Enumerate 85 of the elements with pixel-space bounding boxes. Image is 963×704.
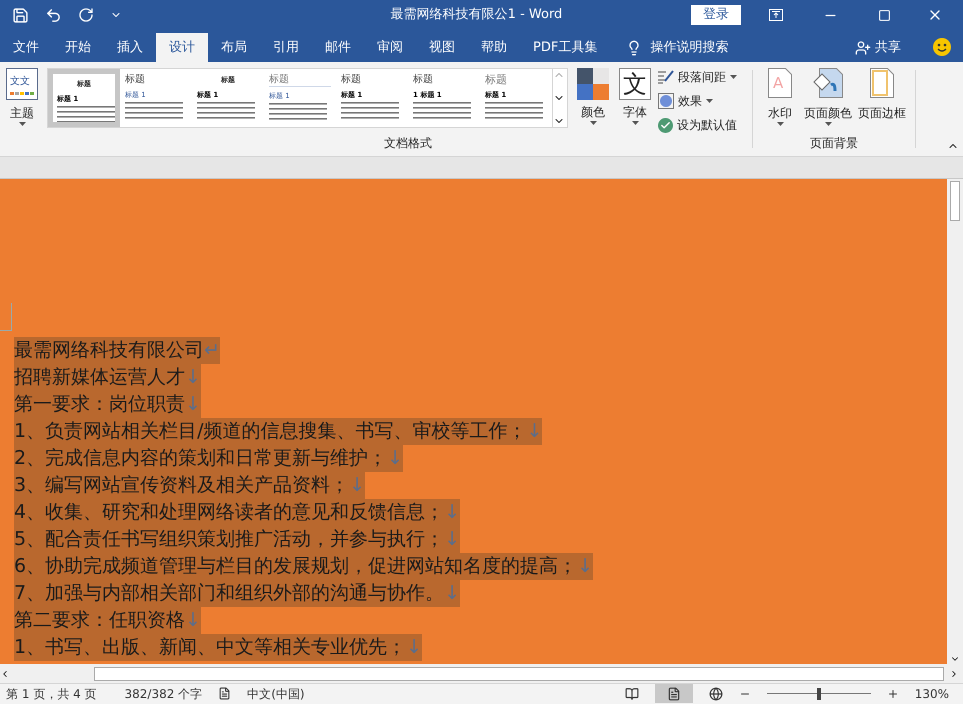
thumbnail-title: 标题 (485, 74, 508, 86)
paragraph-spacing-button[interactable]: 段落间距 (678, 68, 726, 86)
caret-icon (706, 99, 713, 103)
theme-button[interactable]: 主题 (10, 104, 34, 122)
document-paragraph: 第一要求：岗位职责↓ (14, 391, 201, 418)
effects-button[interactable]: 效果 (678, 92, 702, 110)
caret-icon (730, 75, 737, 79)
effects-icon (658, 93, 674, 109)
zoom-in-icon[interactable] (886, 688, 899, 700)
smiley-icon[interactable] (933, 38, 951, 56)
body-text-lines (57, 104, 115, 122)
word-count[interactable]: 382/382 个字 (124, 684, 202, 702)
web-layout-icon[interactable] (708, 686, 723, 700)
caret-icon (18, 122, 26, 126)
redo-icon[interactable] (78, 7, 94, 23)
ribbon-tab[interactable]: PDF工具集 (520, 33, 610, 62)
tell-me-search[interactable]: 操作说明搜索 (650, 38, 728, 58)
check-icon (658, 118, 673, 132)
thumbnail-title: 标题 (269, 74, 331, 87)
zoom-thumb[interactable] (816, 688, 821, 700)
caret-icon (632, 121, 638, 125)
print-layout-icon[interactable] (666, 686, 681, 700)
caret-icon (590, 121, 596, 125)
thumbnail-title: 标题 (125, 74, 146, 86)
document-paragraph: 最需网络科技有限公司↵ (14, 337, 220, 364)
document-paragraph: 4、收集、研究和处理网络读者的意见和反馈信息；↓ (14, 499, 460, 526)
theme-icon[interactable]: 文文 (6, 68, 38, 100)
ribbon-tab[interactable]: 开始 (52, 33, 104, 62)
read-mode-icon[interactable] (624, 686, 639, 700)
ribbon-tab[interactable]: 邮件 (312, 33, 364, 62)
page-border-icon[interactable] (870, 68, 894, 98)
body-text-lines (341, 100, 401, 120)
document-paragraph: 6、协助完成频道管理与栏目的发展规划，促进网站知名度的提高；↓ (14, 553, 594, 580)
body-text-lines (269, 101, 329, 121)
document-paragraph: 1、负责网站相关栏目/频道的信息搜集、书写、审校等工作；↓ (14, 418, 542, 445)
ribbon-tab[interactable]: 视图 (416, 33, 468, 62)
ribbon-tab[interactable]: 插入 (104, 33, 156, 62)
window-title: 最需网络科技有限公1 - Word (390, 6, 562, 24)
ribbon-tab[interactable]: 帮助 (468, 33, 520, 62)
vertical-scrollbar[interactable] (947, 179, 963, 664)
color-palette-icon[interactable] (577, 68, 609, 100)
document-paragraph: 第二要求：任职资格↓ (14, 607, 201, 634)
set-default-button[interactable]: 设为默认值 (677, 116, 737, 134)
document-paragraph: 招聘新媒体运营人才↓ (14, 364, 201, 391)
body-text-lines (485, 100, 545, 120)
maximize-icon[interactable] (878, 8, 891, 22)
paragraph-spacing-icon (658, 70, 674, 84)
scroll-thumb[interactable] (950, 181, 960, 221)
thumbnail-title: 标题 (341, 74, 362, 86)
ribbon-tab[interactable]: 布局 (208, 33, 260, 62)
person-icon (855, 40, 871, 56)
page-borders-button[interactable]: 页面边框 (858, 104, 906, 122)
thumbnail-title: 标题 (413, 74, 434, 86)
document-paragraph: 5、配合责任书写组织策划推广活动，并参与执行；↓ (14, 526, 460, 553)
group-label: 文档格式 (383, 135, 432, 152)
watermark-button[interactable]: 水印 (768, 104, 792, 122)
caret-icon (776, 122, 784, 126)
undo-icon[interactable] (45, 6, 62, 24)
body-text-lines (197, 100, 257, 120)
document-paragraph: 3、编写网站宣传资料及相关产品资料；↓ (14, 472, 366, 499)
page-color-button[interactable]: 页面颜色 (804, 104, 852, 122)
document-paragraph: 2、完成信息内容的策划和日常更新与维护；↓ (14, 445, 404, 472)
ribbon-tab[interactable]: 设计 (156, 33, 208, 62)
page-count[interactable]: 第 1 页，共 4 页 (6, 684, 97, 702)
document-paragraph: 1、书写、出版、新闻、中文等相关专业优先；↓ (14, 634, 422, 661)
save-icon[interactable] (12, 6, 29, 24)
fonts-button[interactable]: 字体 (623, 103, 647, 121)
zoom-level[interactable]: 130% (914, 684, 949, 702)
ribbon-tab[interactable]: 引用 (260, 33, 312, 62)
language-status[interactable]: 中文(中国) (247, 684, 305, 702)
share-button[interactable]: 共享 (875, 38, 901, 58)
ribbon-display-icon[interactable] (769, 9, 783, 21)
page-color-icon[interactable] (813, 68, 844, 98)
login-button[interactable]: 登录 (691, 5, 741, 25)
ribbon-tab[interactable]: 审阅 (364, 33, 416, 62)
font-glyph-icon[interactable]: 文 (619, 68, 651, 100)
group-label: 页面背景 (810, 135, 858, 152)
colors-button[interactable]: 颜色 (581, 103, 605, 121)
caret-icon (824, 122, 832, 126)
margin-corner-mark (0, 303, 12, 331)
body-text-lines (125, 100, 185, 120)
document-paragraph: 7、加强与内部相关部门和组织外部的沟通与协作。↓ (14, 580, 460, 607)
zoom-slider[interactable] (766, 688, 871, 700)
ribbon-tab[interactable]: 文件 (0, 33, 52, 62)
body-text-lines (413, 100, 473, 120)
